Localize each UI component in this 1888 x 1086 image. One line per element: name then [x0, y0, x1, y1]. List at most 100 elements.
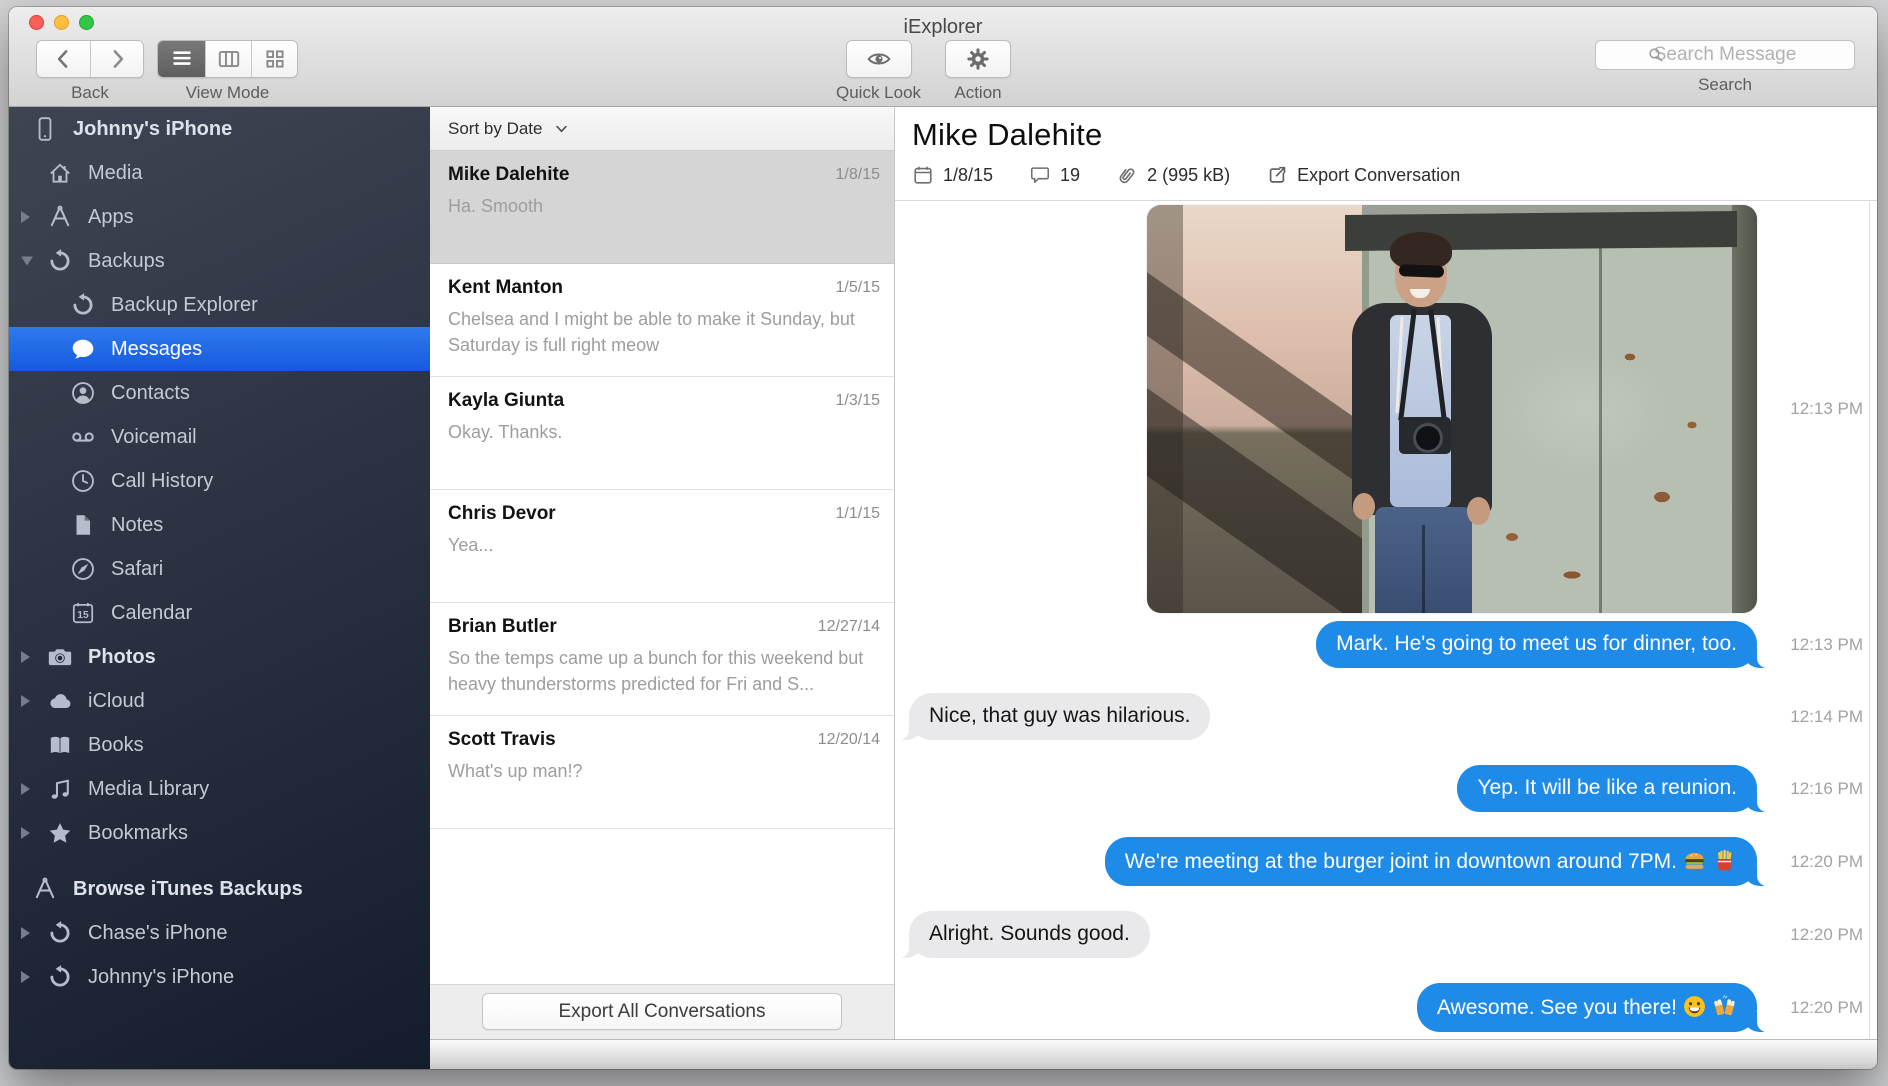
- sidebar-item-books[interactable]: Books: [9, 723, 430, 767]
- message-row: Nice, that guy was hilarious.12:14 PM: [895, 693, 1877, 740]
- sidebar: Johnny's iPhone Media Apps Backups Backup Ex…: [9, 107, 430, 1069]
- sidebar-item-media-library[interactable]: Media Library: [9, 767, 430, 811]
- disclosure-triangle-icon[interactable]: [21, 927, 30, 939]
- disclosure-triangle-icon[interactable]: [21, 211, 30, 223]
- conversation-name: Scott Travis: [448, 729, 880, 751]
- disclosure-triangle-icon[interactable]: [21, 971, 30, 983]
- conversation-header: Mike Dalehite 1/8/15 19 2 (995 kB) Expor…: [895, 107, 1877, 201]
- sidebar-item-backups[interactable]: Backups: [9, 239, 430, 283]
- conversation-row-scott-travis[interactable]: Scott Travis12/20/14What's up man!?: [430, 716, 894, 829]
- conversation-name: Mike Dalehite: [448, 164, 880, 186]
- books-icon: [47, 732, 73, 758]
- export-conversation-label: Export Conversation: [1297, 165, 1460, 186]
- received-message-bubble: Nice, that guy was hilarious.: [909, 693, 1210, 740]
- status-bar: [430, 1039, 1877, 1069]
- conversation-row-brian-butler[interactable]: Brian Butler12/27/14So the temps came up…: [430, 603, 894, 716]
- iphone-icon: [32, 116, 58, 142]
- conversation-list-footer: Export All Conversations: [430, 984, 894, 1039]
- minimize-button[interactable]: [54, 15, 69, 30]
- sidebar-item-browse-itunes-backups[interactable]: Browse iTunes Backups: [9, 867, 430, 911]
- sidebar-item-voicemail[interactable]: Voicemail: [9, 415, 430, 459]
- conversation-title: Mike Dalehite: [912, 117, 1877, 153]
- photo-scene-part: [1147, 205, 1362, 613]
- back-label: Back: [71, 83, 109, 103]
- conversation-row-mike-dalehite[interactable]: Mike Dalehite1/8/15Ha. Smooth: [430, 151, 894, 264]
- sidebar-item-bookmarks[interactable]: Bookmarks: [9, 811, 430, 855]
- sidebar-item-johnny-s-iphone[interactable]: Johnny's iPhone: [9, 955, 430, 999]
- sidebar-item-call-history[interactable]: Call History: [9, 459, 430, 503]
- conversation-row-chris-devor[interactable]: Chris Devor1/1/15Yea...: [430, 490, 894, 603]
- apps-icon: [47, 204, 73, 230]
- hamburger-emoji: [1682, 848, 1707, 873]
- disclosure-triangle-icon[interactable]: [21, 695, 30, 707]
- received-message-bubble: Alright. Sounds good.: [909, 911, 1150, 958]
- disclosure-triangle-icon[interactable]: [21, 257, 33, 266]
- back-forward-group: [36, 40, 144, 78]
- disclosure-triangle-icon[interactable]: [21, 827, 30, 839]
- sidebar-item-calendar[interactable]: 15Calendar: [9, 591, 430, 635]
- conversation-preview: Yea...: [448, 532, 880, 558]
- conversation-stats: 1/8/15 19 2 (995 kB) Export Conversation: [912, 164, 1877, 186]
- sidebar-item-label: Backups: [88, 250, 165, 273]
- conversation-row-kent-manton[interactable]: Kent Manton1/5/15Chelsea and I might be …: [430, 264, 894, 377]
- photo-scene-part: [1375, 507, 1472, 613]
- conversation-date: 1/1/15: [836, 505, 880, 523]
- view-mode-list-button[interactable]: [158, 41, 205, 77]
- sidebar-item-contacts[interactable]: Contacts: [9, 371, 430, 415]
- conversation-panel: Mike Dalehite 1/8/15 19 2 (995 kB) Expor…: [895, 107, 1877, 1039]
- disclosure-triangle-icon[interactable]: [21, 783, 30, 795]
- forward-button[interactable]: [90, 41, 143, 77]
- sent-message-bubble: Yep. It will be like a reunion.: [1457, 765, 1757, 812]
- sidebar-item-label: Media Library: [88, 778, 209, 801]
- sidebar-item-label: Media: [88, 162, 142, 185]
- action-label: Action: [954, 83, 1001, 103]
- conversation-list-column: Sort by Date Mike Dalehite1/8/15Ha. Smoo…: [430, 107, 895, 1039]
- sidebar-item-icloud[interactable]: iCloud: [9, 679, 430, 723]
- calendar-icon: [912, 164, 934, 186]
- sidebar-item-backup-explorer[interactable]: Backup Explorer: [9, 283, 430, 327]
- attachments-stat: 2 (995 kB): [1116, 164, 1230, 186]
- sidebar-item-label: Backup Explorer: [111, 294, 258, 317]
- message-timestamp: 12:13 PM: [1790, 635, 1863, 655]
- back-button[interactable]: [37, 41, 90, 77]
- export-all-conversations-button[interactable]: Export All Conversations: [482, 993, 842, 1030]
- export-conversation-button[interactable]: Export Conversation: [1266, 164, 1460, 186]
- sidebar-item-label: Voicemail: [111, 426, 197, 449]
- sidebar-item-photos[interactable]: Photos: [9, 635, 430, 679]
- sort-by-date-control[interactable]: Sort by Date: [430, 107, 894, 151]
- sidebar-item-apps[interactable]: Apps: [9, 195, 430, 239]
- message-row: 12:13 PM: [895, 205, 1877, 613]
- zoom-button[interactable]: [79, 15, 94, 30]
- disclosure-triangle-icon[interactable]: [21, 651, 30, 663]
- quick-look-button[interactable]: [846, 40, 912, 78]
- conversation-row-kayla-giunta[interactable]: Kayla Giunta1/3/15Okay. Thanks.: [430, 377, 894, 490]
- message-timestamp: 12:16 PM: [1790, 779, 1863, 799]
- sent-message-bubble: Awesome. See you there!: [1417, 983, 1757, 1032]
- search-input[interactable]: [1595, 40, 1855, 70]
- conversation-list: Mike Dalehite1/8/15Ha. SmoothKent Manton…: [430, 151, 894, 984]
- conversation-preview: So the temps came up a bunch for this we…: [448, 645, 880, 697]
- traffic-lights: [29, 15, 94, 30]
- view-mode-grid-button[interactable]: [251, 41, 297, 77]
- columns-view-icon: [216, 46, 242, 72]
- sidebar-item-johnny-s-iphone[interactable]: Johnny's iPhone: [9, 107, 430, 151]
- sidebar-item-chase-s-iphone[interactable]: Chase's iPhone: [9, 911, 430, 955]
- close-button[interactable]: [29, 15, 44, 30]
- window-title: iExplorer: [904, 16, 983, 39]
- conversation-date: 12/27/14: [818, 618, 880, 636]
- list-view-icon: [169, 46, 195, 72]
- sidebar-item-media[interactable]: Media: [9, 151, 430, 195]
- sidebar-item-label: Books: [88, 734, 144, 757]
- photo-attachment[interactable]: [1147, 205, 1757, 613]
- sidebar-item-messages[interactable]: Messages: [9, 327, 430, 371]
- photo-scene-part: [1147, 205, 1183, 613]
- action-button[interactable]: [945, 40, 1011, 78]
- toolbar: iExplorer Back: [9, 7, 1877, 107]
- conversation-preview: What's up man!?: [448, 758, 880, 784]
- sidebar-item-safari[interactable]: Safari: [9, 547, 430, 591]
- view-mode-columns-button[interactable]: [205, 41, 251, 77]
- beers-emoji: [1712, 994, 1737, 1019]
- contacts-icon: [70, 380, 96, 406]
- sidebar-item-notes[interactable]: Notes: [9, 503, 430, 547]
- photo-scene-part: [1399, 417, 1451, 454]
